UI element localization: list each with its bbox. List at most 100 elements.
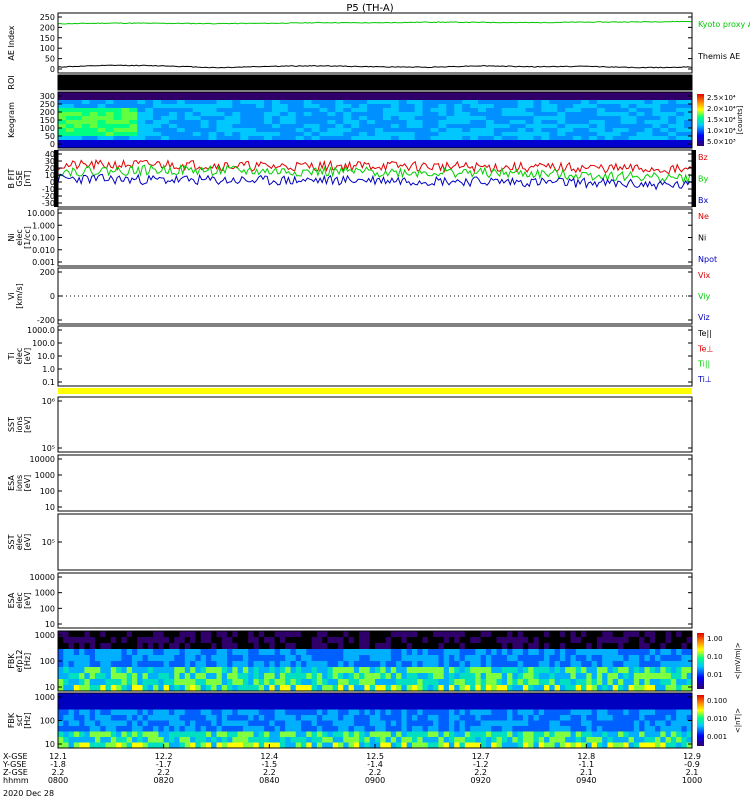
fbk-cell: [522, 726, 529, 732]
fbk-cell: [227, 649, 233, 656]
fbk-cell: [501, 693, 508, 699]
fbk-cell: [633, 679, 640, 686]
fbk-cell: [110, 673, 117, 680]
fbk-cell: [153, 661, 159, 668]
keogram-cell: [303, 104, 313, 109]
keogram-cell: [382, 120, 392, 125]
fbk-cell: [628, 726, 635, 732]
roi-bar: [58, 75, 692, 90]
fbk-cell: [623, 693, 630, 699]
panel-roi: ROI: [7, 74, 693, 91]
themis-summary-plot: P5 (TH-A) Kyoto proxy AEThemis AE2502001…: [2, 3, 750, 798]
fbk-cell: [507, 655, 513, 662]
keogram-cell: [628, 124, 638, 129]
fbk-cell: [470, 631, 476, 638]
keogram-cell: [248, 120, 257, 125]
fbk-cell: [364, 655, 371, 662]
colorbar-label: <|mV/m|>: [734, 642, 742, 679]
fbk-cell: [295, 643, 302, 650]
fbk-cell: [216, 661, 223, 668]
fbk-cell: [174, 643, 181, 650]
fbk-cell: [84, 655, 91, 662]
keogram-cell: [303, 124, 313, 129]
fbk-cell: [301, 720, 307, 727]
fbk-cell: [480, 667, 487, 674]
fbk-cell: [559, 737, 566, 743]
fbk-cell: [676, 667, 682, 674]
fbk-cell: [575, 704, 582, 710]
fbk-cell: [602, 709, 608, 716]
fbk-cell: [227, 631, 233, 638]
fbk-cell: [205, 715, 212, 721]
fbk-cell: [480, 673, 487, 680]
keogram-cell: [256, 132, 265, 137]
fbk-cell: [195, 737, 202, 743]
fbk-cell: [443, 643, 450, 650]
fbk-cell: [205, 693, 212, 699]
fbk-cell: [205, 709, 212, 716]
keogram-cell: [216, 116, 225, 121]
fbk-cell: [649, 726, 656, 732]
fbk-cell: [211, 720, 217, 727]
fbk-cell: [237, 643, 244, 650]
keogram-cell: [359, 120, 368, 125]
panel-vi: VixViyViz2000-200Vi [km/s]: [7, 267, 711, 325]
fbk-cell: [443, 673, 450, 680]
keogram-cell: [351, 128, 360, 133]
fbk-cell: [295, 649, 302, 656]
fbk-cell: [110, 679, 117, 686]
fbk-cell: [612, 720, 619, 727]
keogram-cell: [390, 140, 400, 145]
ylabel-keogram-0: Keogram: [7, 102, 16, 138]
keogram-cell: [652, 108, 661, 113]
keogram-cell: [224, 92, 233, 97]
fbk-cell: [433, 661, 439, 668]
keogram-cell: [319, 128, 328, 133]
fbk-cell: [549, 631, 556, 638]
keogram-cell: [279, 108, 289, 113]
fbk-cell: [110, 667, 117, 674]
keogram-cell: [271, 136, 281, 141]
fbk-cell: [100, 643, 107, 650]
keogram-cell: [525, 128, 534, 133]
fbk-cell: [248, 673, 254, 680]
fbk-cell: [665, 631, 672, 638]
fbk-cell: [126, 698, 133, 705]
fbk-cell: [126, 667, 133, 674]
fbk-cell: [153, 731, 159, 738]
fbk-cell: [94, 637, 101, 644]
ytick-sst2: 10⁵: [42, 538, 55, 547]
fbk-cell: [644, 661, 651, 668]
keogram-cell: [97, 140, 107, 145]
ytick-esa1: 100: [40, 487, 55, 496]
fbk-cell: [538, 643, 545, 650]
fbk-cell: [63, 661, 70, 668]
fbk-cell: [158, 737, 165, 743]
keogram-cell: [485, 132, 495, 137]
fbk-cell: [184, 631, 191, 638]
fbk-cell: [581, 709, 587, 716]
panel-sst2: 10⁵SST elec [eV]: [7, 513, 693, 571]
fbk-cell: [68, 679, 75, 686]
fbk-cell: [295, 709, 302, 716]
keogram-cell: [311, 136, 321, 141]
keogram-cell: [668, 108, 677, 113]
keogram-cell: [438, 104, 447, 109]
fbk-cell: [438, 661, 445, 668]
keogram-cell: [525, 116, 534, 121]
fbk-cell: [512, 655, 519, 662]
keogram-cell: [485, 120, 495, 125]
fbk-cell: [581, 637, 587, 644]
keogram-cell: [620, 112, 630, 117]
keogram-cell: [652, 128, 661, 133]
keogram-cell: [628, 128, 638, 133]
fbk-cell: [459, 643, 466, 650]
panel-frame-bfit: [57, 149, 693, 208]
fbk-cell: [628, 693, 635, 699]
fbk-cell: [163, 667, 170, 674]
fbk-cell: [670, 720, 677, 727]
fbk-cell: [639, 709, 645, 716]
fbk-cell: [269, 726, 276, 732]
keogram-cell: [581, 120, 590, 125]
fbk-cell: [644, 720, 651, 727]
